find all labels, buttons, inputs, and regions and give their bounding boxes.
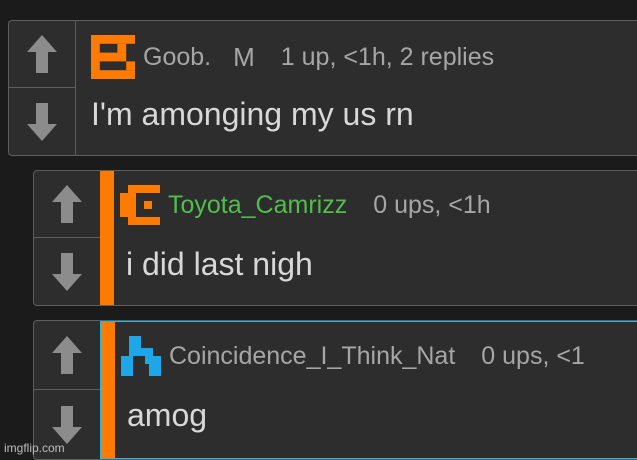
- up-arrow-icon: [27, 35, 57, 73]
- up-arrow-icon: [52, 185, 82, 223]
- vote-column: [9, 21, 76, 155]
- username[interactable]: Coincidence_I_Think_Nat: [169, 342, 455, 371]
- vote-column: [34, 171, 101, 305]
- upvote-button[interactable]: [34, 321, 100, 390]
- upvote-button[interactable]: [9, 21, 75, 88]
- orange-pixel-avatar-icon[interactable]: [120, 185, 160, 225]
- comment-goob: Goob. M 1 up, <1h, 2 replies I'm amongin…: [8, 20, 637, 156]
- reply-accent-bar: [101, 322, 115, 458]
- comment-meta[interactable]: 0 ups, <1h: [373, 191, 490, 220]
- watermark: imgflip.com: [4, 441, 65, 455]
- upvote-button[interactable]: [34, 171, 100, 238]
- down-arrow-icon: [27, 102, 57, 141]
- username[interactable]: Goob.: [143, 43, 211, 72]
- blue-pixel-avatar-icon[interactable]: [121, 336, 161, 376]
- comment-header: Toyota_Camrizz 0 ups, <1h: [120, 185, 491, 225]
- downvote-button[interactable]: [9, 88, 75, 155]
- reply-accent-bar: [100, 171, 114, 305]
- comment-text: amog: [127, 397, 208, 433]
- comment-coincidence: Coincidence_I_Think_Nat 0 ups, <1 amog: [33, 320, 637, 460]
- down-arrow-icon: [52, 405, 82, 444]
- username[interactable]: Toyota_Camrizz: [168, 191, 347, 220]
- comment-meta[interactable]: 1 up, <1h, 2 replies: [281, 43, 494, 72]
- down-arrow-icon: [52, 252, 82, 291]
- comment-meta[interactable]: 0 ups, <1: [481, 342, 585, 371]
- up-arrow-icon: [52, 336, 82, 374]
- comment-header: Goob. M 1 up, <1h, 2 replies: [91, 35, 494, 79]
- comment-body: Toyota_Camrizz 0 ups, <1h i did last nig…: [100, 171, 637, 305]
- comment-toyota-camrizz: Toyota_Camrizz 0 ups, <1h i did last nig…: [33, 170, 637, 306]
- comment-body: Coincidence_I_Think_Nat 0 ups, <1 amog: [100, 321, 637, 459]
- comment-text: I'm amonging my us rn: [91, 96, 414, 132]
- comment-body: Goob. M 1 up, <1h, 2 replies I'm amongin…: [75, 21, 637, 155]
- downvote-button[interactable]: [34, 238, 100, 305]
- orange-pixel-avatar-icon[interactable]: [91, 35, 135, 79]
- comment-header: Coincidence_I_Think_Nat 0 ups, <1: [121, 336, 585, 376]
- vote-column: [34, 321, 101, 459]
- comment-text: i did last nigh: [126, 246, 313, 282]
- user-flair: M: [233, 41, 255, 72]
